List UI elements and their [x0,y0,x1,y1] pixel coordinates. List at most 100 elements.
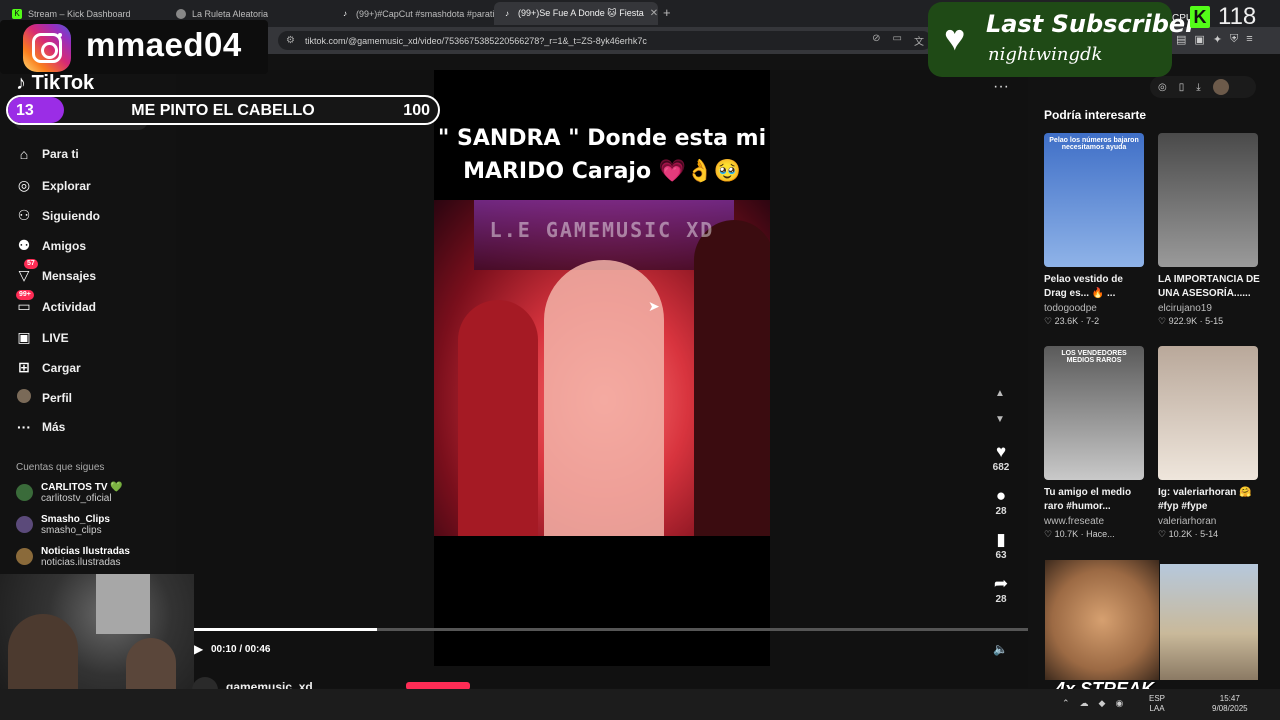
tab-current-video[interactable]: ♪ (99+)Se Fue A Donde 🐱 Fiesta ✕ [494,2,658,25]
url-text: tiktok.com/@gamemusic_xd/video/753667538… [304,35,647,46]
tiktok-icon: ♪ [505,9,509,18]
input-language[interactable]: ESP LAA [1149,694,1165,714]
account-name: CARLITOS TV 💚 [41,482,123,493]
sidebar-item-para-ti[interactable]: ⌂ Para ti [16,146,79,162]
close-tab-icon[interactable]: ✕ [644,8,658,19]
video-author: todogoodpe [1044,303,1097,314]
share-button[interactable]: ➦ 28 [984,574,1018,605]
recommended-video[interactable]: LOS VENDEDORES MEDIOS RAROS Tu amigo el … [1044,346,1148,540]
chevron-down-icon[interactable]: ▼ [995,414,1005,425]
sidebar-item-explorar[interactable]: ◎ Explorar [16,177,91,194]
account-handle: carlitostv_oficial [41,493,112,504]
like-button[interactable]: ♥ 682 [984,442,1018,473]
user-avatar[interactable] [1212,79,1229,95]
person-figure [694,220,770,536]
translate-icon[interactable]: 文 [914,33,924,48]
followed-account[interactable]: CARLITOS TV 💚 carlitostv_oficial [16,482,123,504]
sidebar-item-mas[interactable]: ··· Más [16,419,65,435]
profile-avatar [16,389,32,406]
address-bar[interactable]: ⚙ tiktok.com/@gamemusic_xd/video/7536675… [278,31,932,50]
comment-count: 28 [995,506,1007,517]
menu-icon[interactable]: ≡ [1246,33,1252,46]
caption-line: MARIDO Carajo 💗👌🥹 [463,159,741,184]
sidebar-item-mensajes[interactable]: ▽ 57 Mensajes [16,259,97,284]
volume-icon[interactable]: 🔈 [993,642,1008,656]
followed-account[interactable]: Noticias Ilustradas noticias.ilustradas [16,546,130,568]
chevron-up-icon[interactable]: ⌃ [1062,698,1070,709]
download-icon[interactable]: ⤓ [1196,82,1200,93]
progress-fill [194,628,378,631]
sidebar-item-siguiendo[interactable]: ⚇ Siguiendo [16,207,100,224]
tab-label: (99+)#CapCut #smashdota #paratii [356,8,494,19]
device-icon[interactable]: ▯ [1179,82,1185,93]
mic-icon[interactable]: ◉ [1115,698,1123,709]
recommended-video[interactable]: Pelao los números bajaron necesitamos ay… [1044,133,1148,327]
subscriber-goal-bar: 13 ME PINTO EL CABELLO 100 [6,95,440,125]
tiktok-icon: ♪ [343,9,347,18]
video-clip[interactable]: L.E GAMEMUSIC XD [434,200,770,536]
activity-badge: 99+ [16,290,34,300]
coins-icon[interactable]: ◎ [1158,82,1167,93]
sidebar-item-label: Siguiendo [42,208,100,223]
account-handle: noticias.ilustradas [41,557,121,568]
comment-button[interactable]: ● 28 [984,486,1018,517]
share-count: 28 [995,594,1007,605]
globe-icon [176,8,186,19]
cloud-icon[interactable]: ☁ [1080,698,1089,709]
clock-time: 15:47 [1219,694,1240,703]
more-options-icon[interactable]: ··· [993,78,1009,96]
sidebar-item-label: Mensajes [42,268,97,283]
laughing-face-image [1045,560,1159,680]
display-icon[interactable]: ▭ [893,33,902,48]
shield-icon[interactable]: ⛨ [1230,33,1238,46]
fortress-video-thumbnail[interactable] [1160,564,1258,680]
activity-icon: ▭ 99+ [16,290,34,315]
goal-target: 100 [403,102,430,119]
tab-label: La Ruleta Aleatoria [192,8,269,19]
tab-capcut[interactable]: ♪ (99+)#CapCut #smashdota #paratii [332,2,494,25]
video-author: valeriarhoran [1158,516,1217,527]
live-icon: ▣ [17,329,31,345]
tab-label: (99+)Se Fue A Donde 🐱 Fiesta [518,8,644,18]
nvidia-icon[interactable]: ◆ [1099,698,1106,709]
instagram-handle: mmaed04 [86,26,242,63]
recommended-video[interactable]: LA IMPORTANCIA DE UNA ASESORÍA...... elc… [1158,133,1262,327]
tiktok-icon: ♪ [16,72,26,94]
like-count: 682 [992,462,1010,473]
video-title: LA IMPORTANCIA DE UNA ASESORÍA...... [1158,274,1260,299]
video-title: Pelao vestido de Drag es... 🔥 ... [1044,274,1123,299]
sidebar-item-perfil[interactable]: Perfil [16,389,72,406]
video-author: elcirujano19 [1158,303,1212,314]
thumbnail-text: Pelao los números bajaron necesitamos ay… [1049,137,1139,151]
sidebar-item-actividad[interactable]: ▭ 99+ Actividad [16,290,96,315]
home-icon: ⌂ [19,146,29,162]
video-stats: ♡ 23.6K · 7-2 [1044,316,1100,326]
recommended-video[interactable]: Ig: valeriarhoran 🤗 #fyp #fype valeriarh… [1158,346,1262,540]
account-name: Smasho_Clips [41,514,110,525]
site-settings-icon[interactable]: ⚙ [286,35,295,46]
chevron-up-icon[interactable]: ▲ [995,388,1005,399]
kick-icon: K [12,8,22,19]
account-name: Noticias Ilustradas [41,546,130,557]
friends-icon: ⚉ [17,237,31,253]
sidebar-item-live[interactable]: ▣ LIVE [16,329,68,346]
save-count: 63 [995,550,1007,561]
account-handle: smasho_clips [41,525,102,536]
new-tab-icon[interactable]: + [663,5,671,20]
tracking-off-icon[interactable]: ⊘ [872,33,880,48]
tiktok-logo[interactable]: ♪ TikTok [16,72,94,95]
sidebar-item-label: Explorar [42,178,91,193]
sidebar-item-amigos[interactable]: ⚉ Amigos [16,237,86,254]
save-button[interactable]: ▮ 63 [984,530,1018,561]
extensions-icon[interactable]: ✦ [1213,33,1222,46]
more-icon: ··· [17,419,31,435]
video-progress-bar[interactable] [194,628,1028,631]
last-subscriber-label: Last Subscriber [986,10,1198,38]
avatar [16,548,33,565]
sidebar-item-cargar[interactable]: ⊞ Cargar [16,359,81,376]
system-clock[interactable]: 15:47 9/08/2025 [1212,694,1248,714]
followed-account[interactable]: Smasho_Clips smasho_clips [16,514,110,536]
messages-badge: 57 [24,259,38,269]
play-icon[interactable]: ▶ [194,642,203,656]
clock-date: 9/08/2025 [1212,704,1248,713]
